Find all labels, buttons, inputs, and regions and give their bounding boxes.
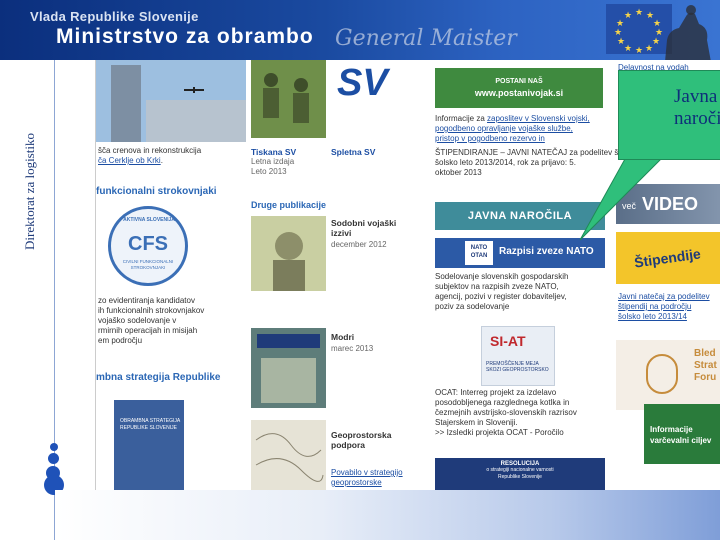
col1-top-text: šča crenova in rekonstrukcija	[98, 146, 202, 155]
online-sv-link[interactable]: Spletna SV	[331, 147, 375, 157]
pub1-title[interactable]: Sodobni vojaški izzivi	[331, 218, 396, 238]
left-sideband	[0, 60, 54, 540]
decor-dot	[50, 443, 58, 451]
pub3-cover[interactable]	[251, 420, 326, 490]
callout-text: Javna naročila	[674, 86, 720, 129]
government-name: Vlada Republike Slovenije	[30, 9, 199, 24]
side-title-text: Direktorat za logistiko	[22, 133, 37, 250]
bled-text: Bled Strat Foru	[694, 348, 717, 383]
bled-logo-icon	[646, 354, 678, 394]
bottom-gradient	[55, 490, 720, 540]
building-photo	[96, 60, 246, 142]
pub2-date: marec 2013	[331, 344, 374, 353]
savings-text: Informacije varčevalni ciljev	[650, 425, 712, 445]
pub2-cover[interactable]	[251, 328, 326, 408]
pub3-title[interactable]: Geoprostorska podpora	[331, 430, 391, 450]
sv-magazine-logo[interactable]: SV	[331, 60, 393, 138]
resolution-banner[interactable]: RESOLUCIJA o strategiji nacionalne varno…	[435, 458, 605, 490]
javna-narocila-label: JAVNA NAROČILA	[467, 210, 573, 222]
column-news: POSTANI NAŠ www.postanivojak.si Informac…	[433, 60, 654, 490]
cerklje-link[interactable]: ča Cerklje ob Krki	[98, 156, 161, 165]
postani-top: POSTANI NAŠ	[495, 78, 543, 85]
column-left: šča crenova in rekonstrukcija ča Cerklje…	[96, 60, 246, 490]
postani-url: www.postanivojak.si	[474, 88, 564, 98]
si-at-logo-text: SI-AT	[490, 333, 526, 349]
soldiers-photo[interactable]	[251, 60, 326, 138]
cfs-logo[interactable]: AKTIVNA SLOVENIJA CFS CIVILNI FUNKCIONAL…	[108, 206, 188, 286]
decor-dot	[48, 453, 59, 464]
cfs-logo-top: AKTIVNA SLOVENIJA	[123, 217, 175, 223]
column-publications: SV Tiskana SV Letna izdaja Leto 2013 Spl…	[251, 60, 426, 490]
header-banner: Vlada Republike Slovenije Ministrstvo za…	[0, 0, 720, 60]
nato-logo: NATO OTAN	[465, 241, 493, 265]
pub3-link[interactable]: Povabilo v strategijo geoprostorske	[331, 468, 403, 488]
resolution-sub: o strategiji nacionalne varnosti Republi…	[486, 467, 554, 480]
si-at-project-logo[interactable]: SI-AT PREMOŠČENJE MEJA SKOZI GEOPROSTORS…	[481, 326, 555, 386]
col1-top-line: ča Cerklje ob Krki.	[98, 156, 163, 166]
sv-logo-text: SV	[337, 62, 388, 104]
callout-pointer	[579, 150, 671, 241]
employment-info: Informacije za zaposlitev v Slovenski vo…	[435, 114, 607, 144]
ministry-name: Ministrstvo za obrambo	[56, 25, 314, 48]
si-at-sub: PREMOŠČENJE MEJA SKOZI GEOPROSTORSKO	[486, 361, 549, 373]
functional-experts-text: zo evidentiranja kandidatov ih funkciona…	[98, 296, 205, 345]
employment-info-lead: Informacije za	[435, 114, 488, 123]
defense-strategy-book[interactable]: OBRAMBNA STRATEGIJA REPUBLIKE SLOVENIJE	[114, 400, 184, 490]
pub2-title[interactable]: Modri	[331, 332, 354, 342]
ocat-text[interactable]: OCAT: Interreg projekt za izdelavo posod…	[435, 388, 577, 438]
scholarships-text[interactable]: Javni natečaj za podelitev štipendij na …	[618, 292, 710, 322]
functional-experts-heading[interactable]: funkcionalni strokovnjaki	[96, 186, 217, 197]
nato-text[interactable]: Sodelovanje slovenskih gospodarskih subj…	[435, 272, 568, 312]
pub1-date: december 2012	[331, 240, 387, 249]
savings-banner[interactable]: Informacije varčevalni ciljev	[644, 404, 720, 464]
bled-forum-banner[interactable]: Bled Strat Foru	[616, 340, 720, 410]
statue-icon	[665, 5, 711, 60]
pub1-cover[interactable]	[251, 216, 326, 291]
printed-sv-sub: Letna izdaja Leto 2013	[251, 157, 295, 176]
printed-sv-link[interactable]: Tiskana SV	[251, 147, 296, 157]
cfs-logo-text: CFS	[128, 233, 168, 255]
book-title: OBRAMBNA STRATEGIJA REPUBLIKE SLOVENIJE	[120, 418, 181, 431]
defense-strategy-heading[interactable]: mbna strategija Republike	[96, 372, 220, 383]
col1-top-tail: .	[160, 156, 163, 165]
signature: General Maister	[335, 26, 517, 51]
postani-vojak-banner[interactable]: POSTANI NAŠ www.postanivojak.si	[435, 68, 603, 108]
other-publications-heading: Druge publikacije	[251, 200, 327, 210]
cfs-logo-sub: CIVILNI FUNKCIONALNI STROKOVNJAKI	[122, 259, 174, 270]
